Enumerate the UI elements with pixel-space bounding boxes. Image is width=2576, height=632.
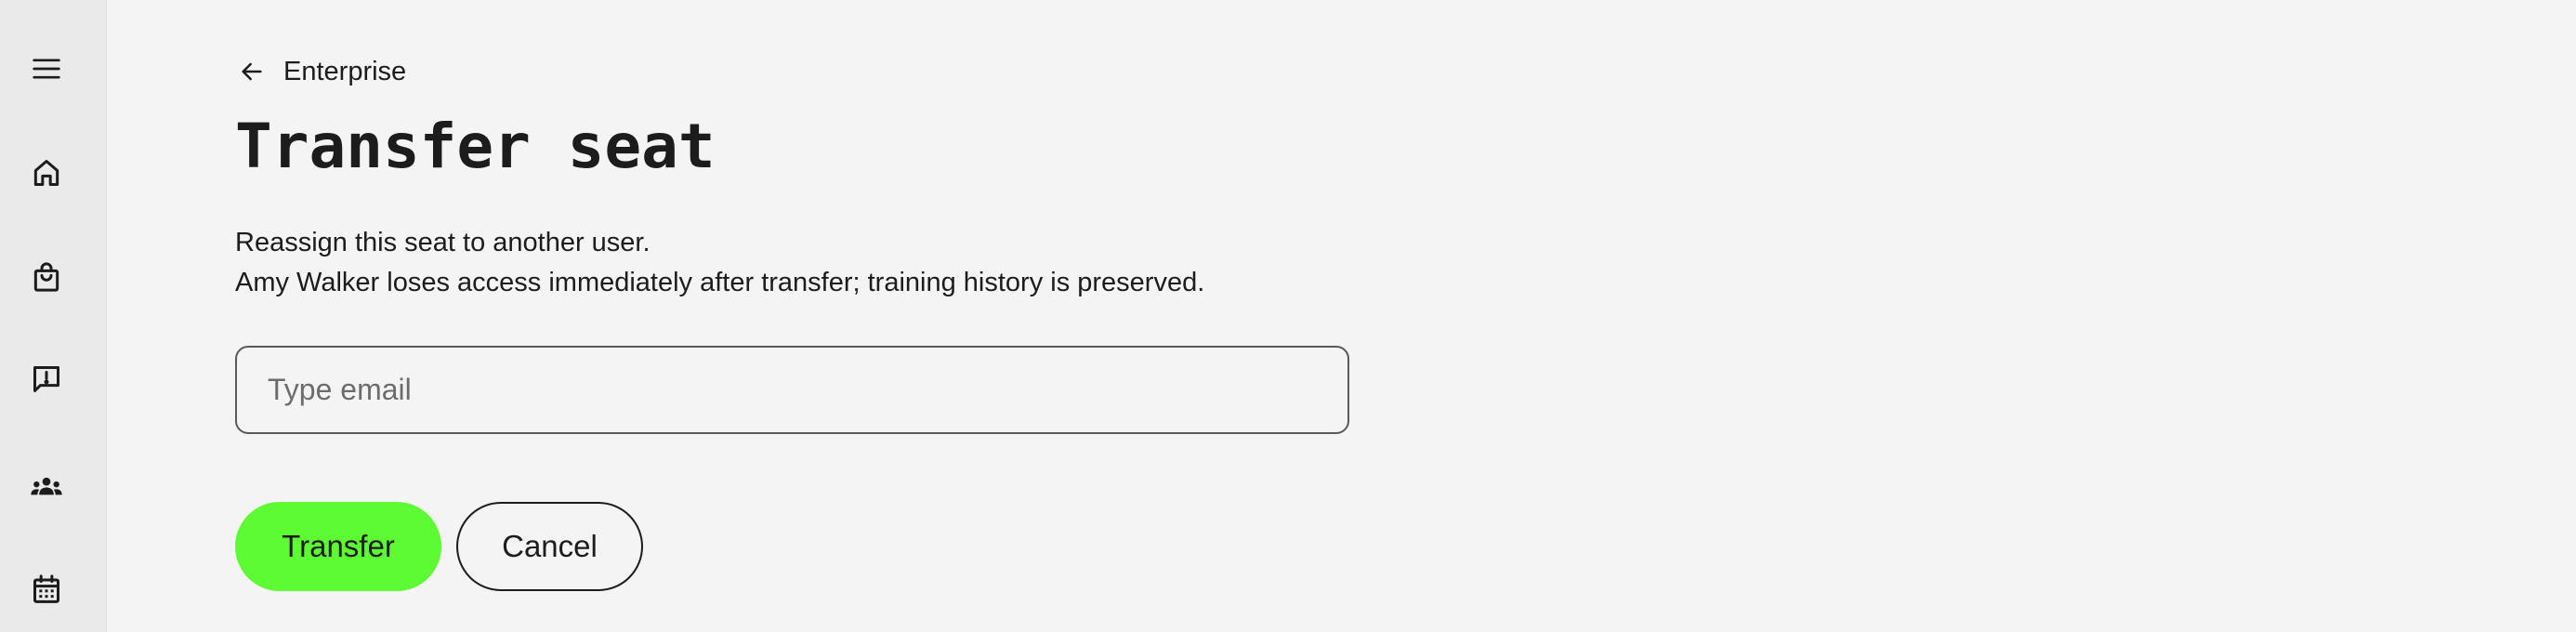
email-input[interactable] [235,346,1349,434]
breadcrumb-back-link[interactable]: Enterprise [235,50,406,93]
description-line-2: Amy Walker loses access immediately afte… [235,268,1205,297]
sidebar [0,0,107,632]
app-root: Enterprise Transfer seat Reassign this s… [0,0,2576,632]
main-content: Enterprise Transfer seat Reassign this s… [235,0,2576,632]
groups-icon[interactable] [25,466,68,508]
calendar-icon[interactable] [25,568,68,611]
page-title: Transfer seat [235,111,716,182]
breadcrumb-label[interactable]: Enterprise [283,57,406,87]
home-icon[interactable] [25,151,68,194]
page-description: Reassign this seat to another user. Amy … [235,223,1204,303]
shopping-bag-icon[interactable] [25,256,68,298]
arrow-back-icon[interactable] [235,55,269,88]
description-line-1: Reassign this seat to another user. [235,228,651,257]
cancel-button[interactable]: Cancel [456,502,643,591]
feedback-icon[interactable] [25,358,68,401]
menu-icon[interactable] [25,47,68,90]
transfer-button[interactable]: Transfer [235,502,441,591]
